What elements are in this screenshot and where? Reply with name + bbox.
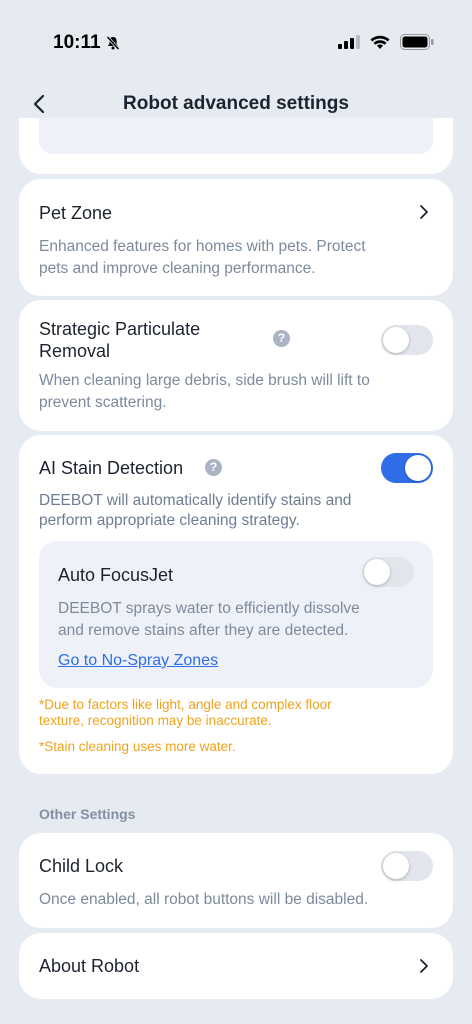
- status-time: 10:11: [53, 32, 121, 54]
- scrolled-card: [19, 118, 453, 174]
- pet-zone-title: Pet Zone: [39, 203, 113, 223]
- about-robot-card[interactable]: About Robot: [19, 933, 453, 999]
- recognition-note-2: texture, recognition may be inaccurate.: [39, 713, 272, 728]
- bell-muted-icon: [105, 35, 120, 51]
- child-lock-toggle[interactable]: [381, 851, 433, 881]
- water-note: *Stain cleaning uses more water.: [39, 739, 236, 754]
- status-icons: [338, 34, 434, 50]
- particulate-title-2: Removal: [39, 341, 111, 361]
- cellular-signal-icon: [338, 35, 360, 49]
- help-icon[interactable]: ?: [205, 459, 222, 476]
- ai-stain-description-1: DEEBOT will automatically identify stain…: [39, 492, 352, 509]
- particulate-description-2: prevent scattering.: [39, 394, 167, 411]
- page-title: Robot advanced settings: [123, 93, 349, 114]
- child-lock-card: Child Lock Once enabled, all robot butto…: [19, 833, 453, 928]
- pet-zone-description-1: Enhanced features for homes with pets. P…: [39, 238, 366, 255]
- particulate-title-1: Strategic Particulate: [39, 319, 201, 339]
- focusjet-panel: Auto FocusJet DEEBOT sprays water to eff…: [39, 541, 433, 688]
- particulate-card: Strategic Particulate Removal ? When cle…: [19, 300, 453, 431]
- focusjet-description-2: and remove stains after they are detecte…: [58, 622, 349, 639]
- particulate-toggle[interactable]: [381, 325, 433, 355]
- focusjet-toggle[interactable]: [362, 557, 414, 587]
- help-icon[interactable]: ?: [273, 330, 290, 347]
- focusjet-title: Auto FocusJet: [58, 565, 174, 585]
- other-settings-label: Other Settings: [39, 806, 136, 822]
- scrolled-card-inner: [39, 118, 433, 154]
- ai-stain-toggle[interactable]: [381, 453, 433, 483]
- time-text: 10:11: [53, 32, 101, 53]
- wifi-icon: [370, 35, 390, 49]
- chevron-right-icon: [420, 959, 428, 973]
- chevron-right-icon: [420, 205, 428, 219]
- battery-icon: [400, 34, 434, 50]
- ai-stain-description-2: perform appropriate cleaning strategy.: [39, 512, 300, 529]
- ai-stain-title: AI Stain Detection: [39, 458, 184, 478]
- pet-zone-description-2: pets and improve cleaning performance.: [39, 260, 316, 277]
- particulate-description-1: When cleaning large debris, side brush w…: [39, 372, 370, 389]
- status-bar: 10:11: [0, 0, 472, 88]
- child-lock-description: Once enabled, all robot buttons will be …: [39, 891, 369, 908]
- child-lock-title: Child Lock: [39, 856, 124, 876]
- pet-zone-card[interactable]: Pet Zone Enhanced features for homes wit…: [19, 179, 453, 296]
- about-robot-title: About Robot: [39, 956, 140, 976]
- ai-stain-card: AI Stain Detection ? DEEBOT will automat…: [19, 435, 453, 774]
- focusjet-description-1: DEEBOT sprays water to efficiently disso…: [58, 600, 360, 617]
- no-spray-zones-link[interactable]: Go to No-Spray Zones: [58, 652, 218, 670]
